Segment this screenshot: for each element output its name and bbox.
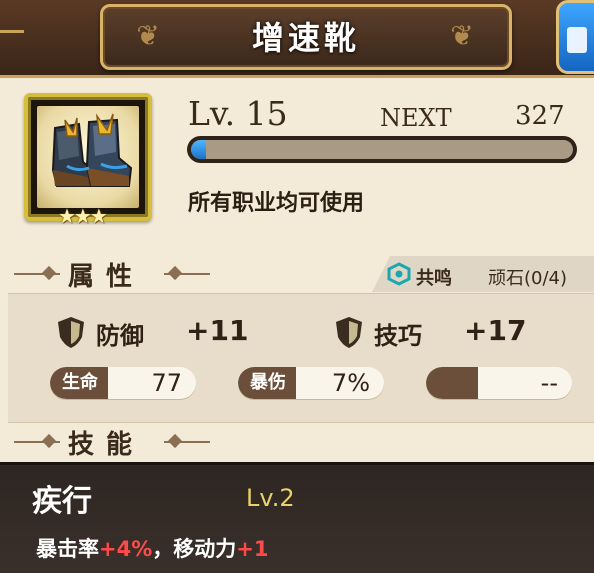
skill-desc-part: 暴击率: [36, 537, 99, 561]
skill-desc-highlight: +4%: [99, 537, 153, 561]
exp-fill: [191, 140, 207, 159]
book-icon: [567, 27, 587, 53]
stat-name-defense: 防御: [96, 322, 144, 350]
substat-empty: --: [426, 367, 572, 399]
exp-track: [191, 140, 573, 159]
skill-level: Lv.2: [246, 484, 295, 512]
substat-crit-damage-value: 7%: [331, 369, 370, 397]
substat-empty-value: --: [540, 369, 558, 397]
skill-desc-highlight: +1: [236, 537, 269, 561]
exp-progress-bar: [187, 136, 577, 163]
next-exp-value: 327: [515, 101, 565, 131]
shield-icon: [58, 317, 84, 348]
shield-icon: [336, 317, 362, 348]
stat-name-skill: 技巧: [374, 322, 422, 350]
stat-value-defense: +11: [186, 314, 249, 347]
item-icon-frame[interactable]: [24, 93, 152, 221]
attributes-title: 属性: [68, 262, 145, 292]
substat-hp-tag: 生命: [50, 367, 108, 399]
attributes-panel: [8, 293, 594, 423]
banner-wing-left: [0, 30, 24, 50]
substat-crit-damage-tag: 暴伤: [238, 367, 296, 399]
substat-hp-value: 77: [151, 369, 182, 397]
resonance-icon: [387, 262, 411, 286]
item-image: [37, 106, 139, 208]
title-banner: ❦ ❦ 增速靴: [0, 0, 594, 78]
boots-icon: [51, 113, 133, 187]
attributes-header: 属性: [14, 256, 214, 292]
next-label: NEXT: [380, 104, 452, 132]
item-title: 增速靴: [251, 19, 360, 57]
substat-empty-tag: [426, 367, 478, 399]
skill-description: 暴击率+4%，移动力+1: [36, 533, 268, 563]
item-level: Lv. 15: [188, 94, 288, 133]
stat-value-skill: +17: [464, 314, 527, 347]
resonance-label: 共鸣: [416, 268, 452, 289]
usable-by-text: 所有职业均可使用: [188, 191, 365, 216]
substat-crit-damage: 暴伤 7%: [238, 367, 384, 399]
substat-hp: 生命 77: [50, 367, 196, 399]
corner-menu-button[interactable]: [556, 0, 594, 74]
skill-desc-part: ，移动力: [152, 537, 237, 561]
rarity-stars: ★★★: [58, 204, 108, 228]
skill-name: 疾行: [32, 484, 92, 519]
skills-title: 技能: [68, 430, 145, 460]
skills-header: 技能: [14, 424, 214, 460]
resonance-value: 顽石(0/4): [488, 268, 568, 289]
